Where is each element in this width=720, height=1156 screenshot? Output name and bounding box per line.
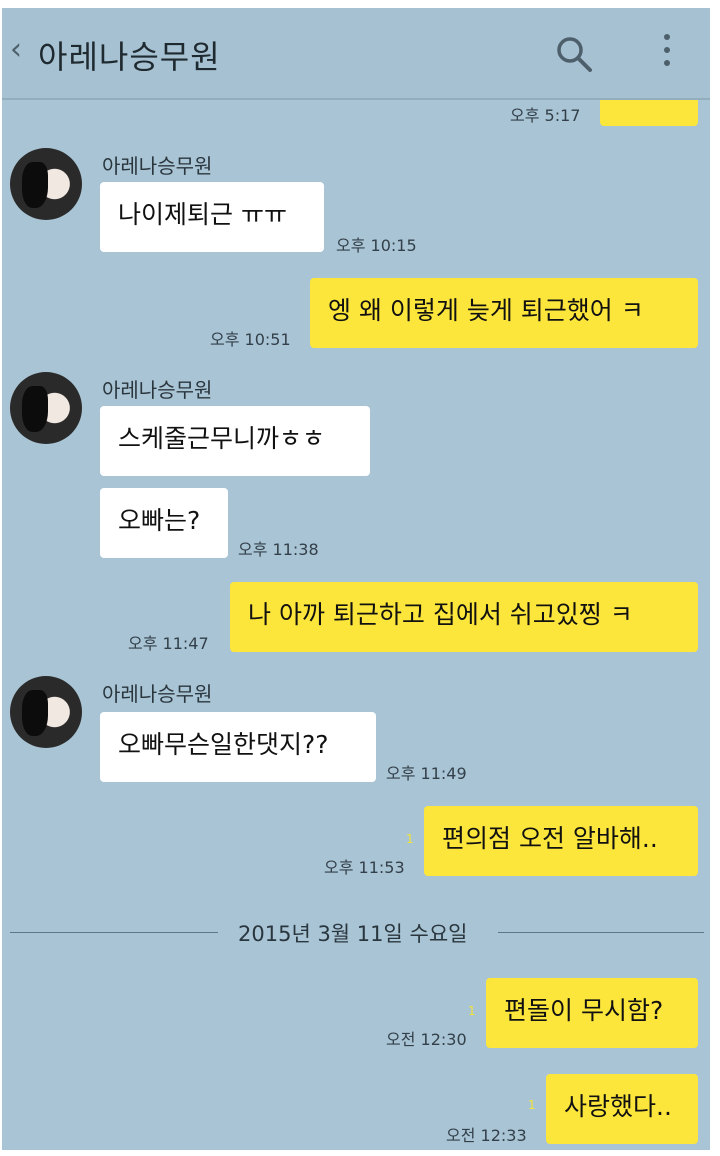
message-bubble-outgoing[interactable]: 편돌이 무시함? [486,978,698,1048]
message-time: 오후 11:38 [238,540,319,559]
search-icon[interactable] [554,34,594,74]
sender-name: 아레나승무원 [102,682,213,706]
more-icon[interactable] [662,34,672,74]
message-bubble-incoming[interactable]: 스케줄근무니까ㅎㅎ [100,406,370,476]
message-time: 오후 11:53 [324,858,405,877]
message-time: 오후 10:15 [336,236,417,255]
chat-title: 아레나승무원 [38,38,221,76]
sender-name: 아레나승무원 [102,378,213,402]
message-time: 오전 12:33 [446,1126,527,1145]
message-bubble-outgoing[interactable]: 편의점 오전 알바해.. [424,806,698,876]
avatar[interactable] [10,372,82,444]
divider [498,932,704,933]
avatar[interactable] [10,676,82,748]
unread-count: 1 [406,832,414,846]
message-time: 오후 11:49 [386,764,467,783]
chat-header: ‹ 아레나승무원 [2,8,710,100]
avatar[interactable] [10,148,82,220]
message-bubble-incoming[interactable]: 오빠무슨일한댓지?? [100,712,376,782]
back-icon[interactable]: ‹ [10,35,22,65]
message-time: 오후 10:51 [210,330,291,349]
unread-count: 1 [528,1098,536,1112]
divider [10,932,218,933]
sender-name: 아레나승무원 [102,154,213,178]
date-separator: 2015년 3월 11일 수요일 [2,914,710,950]
message-bubble-outgoing[interactable]: 사랑했다.. [546,1074,698,1144]
message-bubble-outgoing[interactable]: 나 아까 퇴근하고 집에서 쉬고있찡 ㅋ [230,582,698,652]
message-bubble-incoming[interactable]: 나이제퇴근 ㅠㅠ [100,182,324,252]
message-time: 오후 11:47 [128,634,209,653]
message-bubble-incoming[interactable]: 오빠는? [100,488,228,558]
unread-count: 1 [468,1004,476,1018]
message-bubble-outgoing[interactable]: 엥 왜 이렇게 늦게 퇴근했어 ㅋ [310,278,698,348]
message-time: 오후 5:17 [510,106,581,125]
chat-screen: 오후 5:17 ‹ 아레나승무원 아레나승무원 나이제퇴근 ㅠㅠ 오후 10:1… [2,8,710,1150]
date-label: 2015년 3월 11일 수요일 [238,922,468,946]
message-time: 오전 12:30 [386,1030,467,1049]
